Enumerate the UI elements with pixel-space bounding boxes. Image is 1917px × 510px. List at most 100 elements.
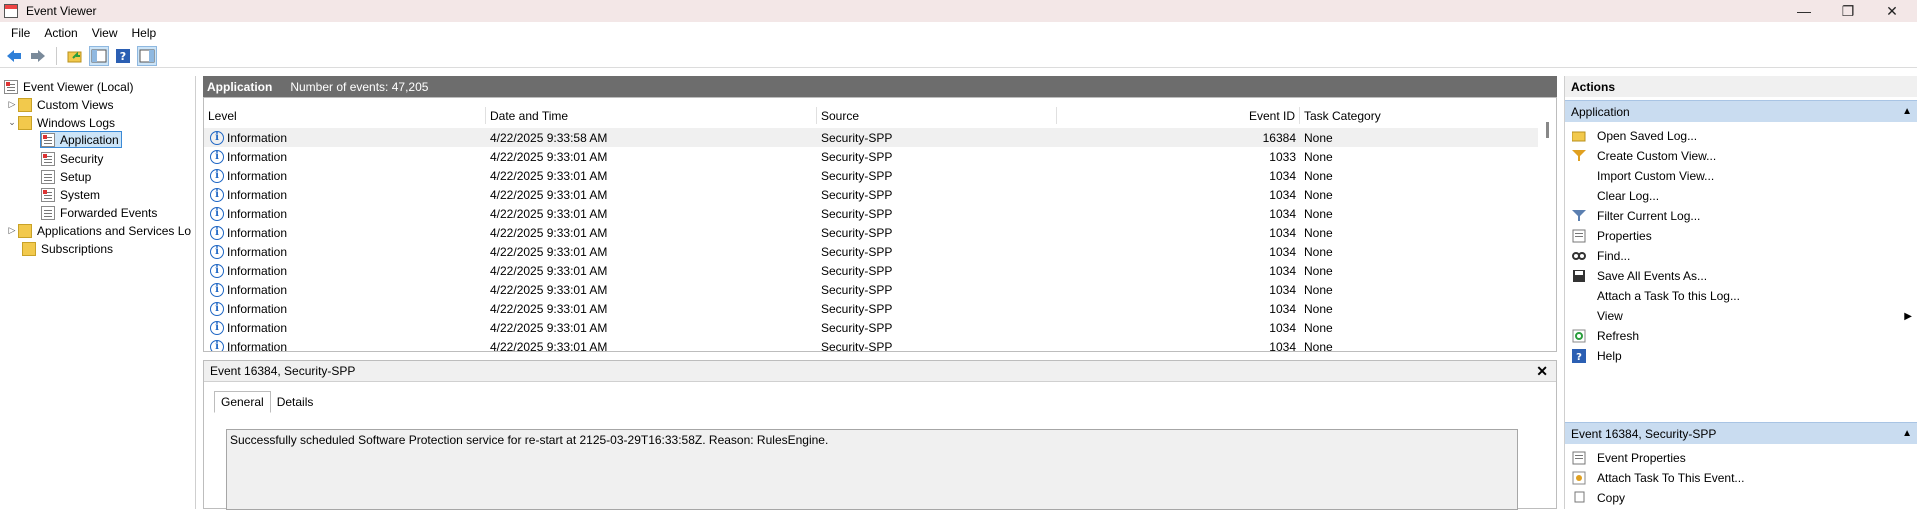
column-level[interactable]: Level bbox=[204, 107, 486, 124]
find-icon bbox=[1571, 248, 1587, 264]
copy-icon bbox=[1571, 490, 1587, 506]
menu-help[interactable]: Help bbox=[125, 26, 164, 40]
cell-date: 4/22/2025 9:33:01 AM bbox=[490, 187, 608, 202]
expand-arrow-icon[interactable]: ▷ bbox=[6, 99, 18, 110]
back-icon[interactable] bbox=[4, 46, 24, 66]
action-view[interactable]: View ▶ bbox=[1565, 306, 1917, 326]
action-label: View bbox=[1597, 309, 1623, 323]
table-row[interactable]: i Information 4/22/2025 9:33:01 AM Security… bbox=[204, 166, 1540, 185]
tree-item-security[interactable]: Security bbox=[41, 150, 103, 167]
action-save-all-events-as[interactable]: Save All Events As... bbox=[1565, 266, 1917, 286]
column-date-and-time[interactable]: Date and Time bbox=[486, 107, 817, 124]
tree-item-subscriptions[interactable]: Subscriptions bbox=[22, 240, 113, 257]
table-row[interactable]: i Information 4/22/2025 9:33:01 AM Security… bbox=[204, 147, 1540, 166]
cell-event-id: 1034 bbox=[1269, 320, 1296, 335]
restore-button[interactable]: ❐ bbox=[1826, 0, 1870, 22]
tree-item-windows-logs[interactable]: ⌄ Windows Logs bbox=[6, 114, 115, 131]
forward-icon[interactable] bbox=[28, 46, 48, 66]
cell-source: Security-SPP bbox=[821, 301, 893, 316]
minimize-button[interactable]: — bbox=[1782, 0, 1826, 22]
show-hide-action-pane-icon[interactable] bbox=[137, 45, 157, 66]
tab-details[interactable]: Details bbox=[271, 391, 320, 413]
section-label: Event 16384, Security-SPP bbox=[1571, 426, 1717, 441]
open-log-icon bbox=[1571, 128, 1587, 144]
action-refresh[interactable]: Refresh bbox=[1565, 326, 1917, 346]
action-properties[interactable]: Properties bbox=[1565, 226, 1917, 246]
level-text: Information bbox=[227, 263, 288, 278]
table-row[interactable]: i Information 4/22/2025 9:33:01 AM Security… bbox=[204, 204, 1540, 223]
collapse-caret-icon[interactable]: ▲ bbox=[1902, 428, 1912, 439]
table-header: Level Date and Time Source Event ID Task… bbox=[204, 107, 1540, 124]
cell-task-category: None bbox=[1304, 206, 1333, 221]
column-source[interactable]: Source bbox=[817, 107, 1057, 124]
cell-level: i Information bbox=[204, 242, 486, 261]
action-label: Copy bbox=[1597, 491, 1626, 505]
action-find[interactable]: Find... bbox=[1565, 246, 1917, 266]
filter-icon bbox=[1571, 208, 1587, 224]
table-row[interactable]: i Information 4/22/2025 9:33:01 AM Security… bbox=[204, 185, 1540, 204]
level-text: Information bbox=[227, 282, 288, 297]
action-copy[interactable]: Copy bbox=[1565, 488, 1917, 508]
table-row[interactable]: i Information 4/22/2025 9:33:01 AM Security… bbox=[204, 280, 1540, 299]
action-import-custom-view[interactable]: Import Custom View... bbox=[1565, 166, 1917, 186]
tree-item-setup[interactable]: Setup bbox=[41, 168, 91, 185]
menu-view[interactable]: View bbox=[85, 26, 125, 40]
cell-source: Security-SPP bbox=[821, 339, 893, 352]
action-create-custom-view[interactable]: Create Custom View... bbox=[1565, 146, 1917, 166]
blank-icon bbox=[1571, 288, 1587, 304]
table-row[interactable]: i Information 4/22/2025 9:33:58 AM Security… bbox=[204, 128, 1540, 147]
actions-section-application[interactable]: Application ▲ bbox=[1565, 100, 1917, 122]
cell-event-id: 1034 bbox=[1269, 282, 1296, 297]
actions-section-event[interactable]: Event 16384, Security-SPP ▲ bbox=[1565, 422, 1917, 444]
event-list-scrollbar[interactable] bbox=[1538, 98, 1556, 351]
svg-text:?: ? bbox=[1576, 352, 1582, 363]
information-icon: i bbox=[210, 263, 224, 278]
information-icon: i bbox=[210, 301, 224, 316]
log-name: Application bbox=[207, 79, 273, 94]
show-hide-tree-icon[interactable] bbox=[89, 45, 109, 66]
tree-item-label: Applications and Services Lo bbox=[37, 223, 192, 238]
open-log-icon[interactable] bbox=[65, 46, 85, 66]
action-label: Find... bbox=[1597, 249, 1631, 263]
tree-item-applications-and-services[interactable]: ▷ Applications and Services Lo bbox=[6, 222, 191, 239]
log-icon bbox=[41, 132, 55, 147]
collapse-arrow-icon[interactable]: ⌄ bbox=[6, 117, 18, 128]
action-help[interactable]: ? Help bbox=[1565, 346, 1917, 366]
action-open-saved-log[interactable]: Open Saved Log... bbox=[1565, 126, 1917, 146]
collapse-caret-icon[interactable]: ▲ bbox=[1902, 106, 1912, 117]
table-row[interactable]: i Information 4/22/2025 9:33:01 AM Security… bbox=[204, 242, 1540, 261]
table-row[interactable]: i Information 4/22/2025 9:33:01 AM Security… bbox=[204, 318, 1540, 337]
table-row[interactable]: i Information 4/22/2025 9:33:01 AM Security… bbox=[204, 299, 1540, 318]
actions-pane: Actions Application ▲ Open Saved Log... C… bbox=[1564, 76, 1917, 509]
tree-item-application[interactable]: Application bbox=[40, 131, 122, 148]
action-clear-log[interactable]: Clear Log... bbox=[1565, 186, 1917, 206]
cell-level: i Information bbox=[204, 280, 486, 299]
cell-date: 4/22/2025 9:33:01 AM bbox=[490, 244, 608, 259]
cell-level: i Information bbox=[204, 204, 486, 223]
action-attach-a-task-to-this-log[interactable]: Attach a Task To this Log... bbox=[1565, 286, 1917, 306]
tree-item-custom-views[interactable]: ▷ Custom Views bbox=[6, 96, 113, 113]
expand-arrow-icon[interactable]: ▷ bbox=[6, 225, 18, 236]
event-message[interactable]: Successfully scheduled Software Protecti… bbox=[226, 429, 1518, 510]
tree-item-label: Event Viewer (Local) bbox=[23, 79, 134, 94]
tree-item-system[interactable]: System bbox=[41, 186, 100, 203]
table-row[interactable]: i Information 4/22/2025 9:33:01 AM Security… bbox=[204, 261, 1540, 280]
column-event-id[interactable]: Event ID bbox=[1057, 107, 1300, 124]
action-filter-current-log[interactable]: Filter Current Log... bbox=[1565, 206, 1917, 226]
table-row[interactable]: i Information 4/22/2025 9:33:01 AM Security… bbox=[204, 223, 1540, 242]
action-event-properties[interactable]: Event Properties bbox=[1565, 448, 1917, 468]
tree-item-label: Subscriptions bbox=[41, 241, 114, 256]
table-row[interactable]: i Information 4/22/2025 9:33:01 AM Security… bbox=[204, 337, 1540, 352]
menu-file[interactable]: File bbox=[4, 26, 37, 40]
tab-general[interactable]: General bbox=[214, 391, 271, 413]
menu-action[interactable]: Action bbox=[37, 26, 84, 40]
tree-item-event-viewer-local[interactable]: Event Viewer (Local) bbox=[4, 78, 134, 95]
column-task-category[interactable]: Task Category bbox=[1300, 107, 1540, 124]
action-attach-task-to-this-event[interactable]: Attach Task To This Event... bbox=[1565, 468, 1917, 488]
scrollbar-thumb[interactable] bbox=[1546, 122, 1549, 138]
close-button[interactable]: ✕ bbox=[1870, 0, 1914, 22]
tree-item-forwarded-events[interactable]: Forwarded Events bbox=[41, 204, 157, 221]
cell-task-category: None bbox=[1304, 282, 1333, 297]
help-icon[interactable]: ? bbox=[113, 46, 133, 66]
detail-close-icon[interactable]: ✕ bbox=[1536, 363, 1548, 380]
